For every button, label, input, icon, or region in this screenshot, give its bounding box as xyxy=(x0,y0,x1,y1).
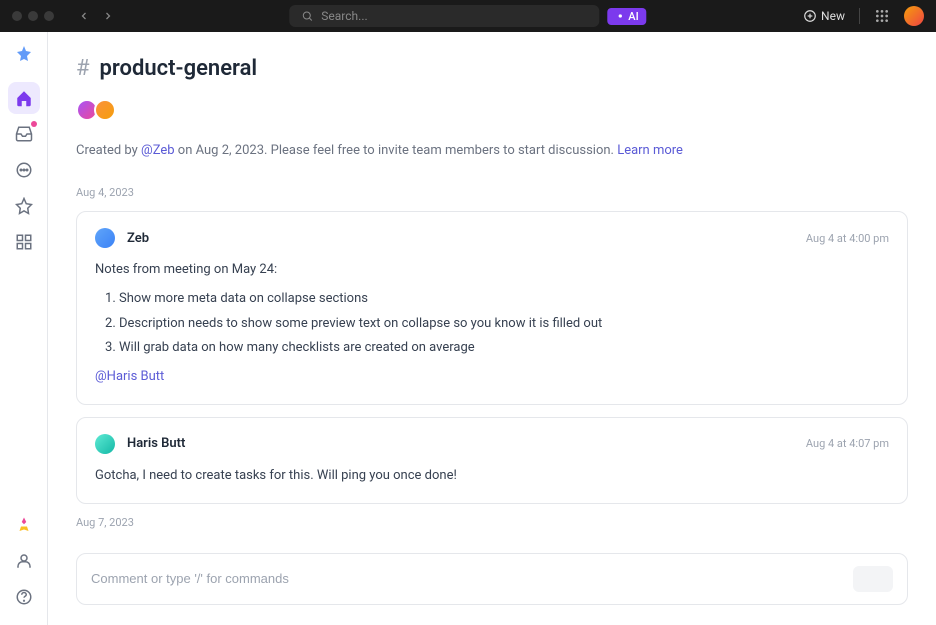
window-controls xyxy=(12,11,54,21)
rocket-icon xyxy=(15,516,33,534)
divider xyxy=(859,8,860,24)
message-body: Gotcha, I need to create tasks for this.… xyxy=(95,466,889,487)
user-mention[interactable]: @Haris Butt xyxy=(95,369,164,384)
channel-header: # product-general xyxy=(76,56,908,81)
sidebar xyxy=(0,32,48,625)
channel-description: Created by @Zeb on Aug 2, 2023. Please f… xyxy=(76,143,908,158)
date-separator: Aug 7, 2023 xyxy=(76,516,908,529)
search-placeholder: Search... xyxy=(321,9,367,23)
list-item: Description needs to show some preview t… xyxy=(119,314,889,335)
close-window[interactable] xyxy=(12,11,22,21)
grid-icon xyxy=(874,8,890,24)
message-time: Aug 4 at 4:07 pm xyxy=(806,437,889,450)
dashboard-icon xyxy=(15,233,33,251)
comment-input[interactable] xyxy=(91,571,853,586)
message-body: Notes from meeting on May 24: Show more … xyxy=(95,260,889,388)
sidebar-more[interactable] xyxy=(8,154,40,186)
message: Zeb Aug 4 at 4:00 pm Notes from meeting … xyxy=(76,211,908,405)
date-separator: Aug 4, 2023 xyxy=(76,186,908,199)
nav-arrows xyxy=(74,8,118,24)
message-author[interactable]: Zeb xyxy=(127,231,149,246)
message-time: Aug 4 at 4:00 pm xyxy=(806,232,889,245)
hash-icon: # xyxy=(76,56,90,81)
notification-badge xyxy=(31,121,37,127)
sidebar-inbox[interactable] xyxy=(8,118,40,150)
sidebar-help[interactable] xyxy=(8,581,40,613)
sidebar-dashboard[interactable] xyxy=(8,226,40,258)
user-avatar[interactable] xyxy=(904,6,924,26)
search-input[interactable]: Search... xyxy=(289,5,599,27)
star-icon xyxy=(15,197,33,215)
plus-circle-icon xyxy=(803,9,817,23)
main-content: # product-general Created by @Zeb on Aug… xyxy=(48,32,936,625)
sparkle-icon xyxy=(615,11,625,21)
message-avatar[interactable] xyxy=(95,434,115,454)
member-list[interactable] xyxy=(76,99,908,121)
composer xyxy=(76,553,908,605)
search-icon xyxy=(301,10,313,22)
sidebar-upgrade[interactable] xyxy=(8,509,40,541)
help-icon xyxy=(15,588,33,606)
message: Haris Butt Aug 4 at 4:07 pm Gotcha, I ne… xyxy=(76,417,908,504)
new-button[interactable]: New xyxy=(803,9,845,23)
sidebar-home[interactable] xyxy=(8,82,40,114)
inbox-icon xyxy=(15,125,33,143)
sidebar-favorites[interactable] xyxy=(8,190,40,222)
creator-mention[interactable]: @Zeb xyxy=(141,143,175,158)
list-item: Will grab data on how many checklists ar… xyxy=(119,338,889,359)
sidebar-profile[interactable] xyxy=(8,545,40,577)
forward-button[interactable] xyxy=(98,8,118,24)
more-icon xyxy=(15,161,33,179)
back-button[interactable] xyxy=(74,8,94,24)
app-logo[interactable] xyxy=(12,44,36,68)
learn-more-link[interactable]: Learn more xyxy=(617,143,683,158)
message-avatar[interactable] xyxy=(95,228,115,248)
message-author[interactable]: Haris Butt xyxy=(127,436,185,451)
minimize-window[interactable] xyxy=(28,11,38,21)
ai-button[interactable]: AI xyxy=(607,8,646,25)
member-avatar[interactable] xyxy=(94,99,116,121)
maximize-window[interactable] xyxy=(44,11,54,21)
send-button[interactable] xyxy=(853,566,893,592)
apps-button[interactable] xyxy=(874,8,890,24)
home-icon xyxy=(15,89,33,107)
logo-icon xyxy=(12,44,36,68)
channel-title: product-general xyxy=(100,56,258,81)
list-item: Show more meta data on collapse sections xyxy=(119,289,889,310)
topbar: Search... AI New xyxy=(0,0,936,32)
user-icon xyxy=(15,552,33,570)
